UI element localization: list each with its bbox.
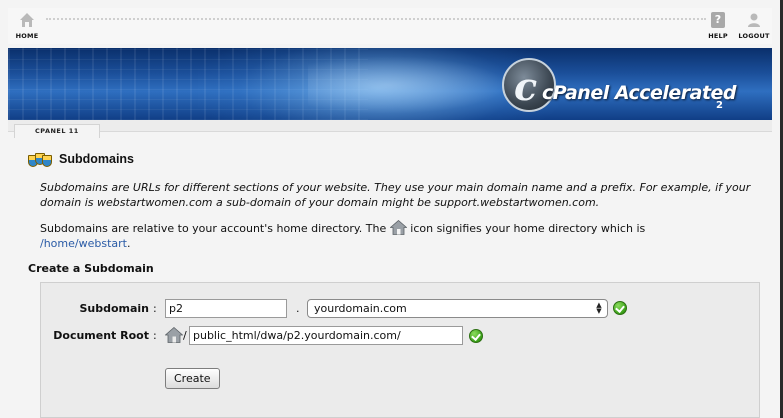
- header-banner: c cPanel Accelerated 2: [8, 48, 772, 120]
- create-subdomain-heading: Create a Subdomain: [28, 262, 154, 275]
- help-nav-button[interactable]: ? HELP: [701, 8, 735, 40]
- page-description: Subdomains are URLs for different sectio…: [40, 181, 751, 209]
- document-root-colon: :: [153, 329, 157, 342]
- home-directory-icon: [164, 326, 184, 343]
- home-nav-button[interactable]: HOME: [10, 8, 44, 40]
- nav-divider: [46, 18, 706, 23]
- subdomain-label: Subdomain: [79, 302, 149, 315]
- domain-select-value: yourdomain.com: [314, 302, 407, 315]
- home-directory-note: Subdomains are relative to your account'…: [40, 219, 760, 251]
- logout-nav-button[interactable]: LOGOUT: [736, 8, 772, 40]
- subdomains-icon: [28, 153, 54, 169]
- top-navigation: HOME ? HELP LOGOUT: [8, 8, 772, 44]
- banner-map-decoration: [308, 56, 508, 114]
- logout-icon: [746, 12, 762, 28]
- cpanel-window: HOME ? HELP LOGOUT c cPanel Accelerated …: [0, 0, 783, 418]
- select-arrows-icon: ▲ ▼: [596, 301, 602, 315]
- home-directory-path: /home/webstart: [40, 237, 127, 250]
- document-root-slash: /: [183, 329, 187, 342]
- document-root-label: Document Root: [53, 329, 149, 342]
- main-content: Subdomains Subdomains are URLs for diffe…: [8, 138, 772, 418]
- domain-select[interactable]: yourdomain.com ▲ ▼: [307, 299, 608, 318]
- document-root-valid-check-icon: [469, 329, 483, 343]
- cpanel-brand-text: cPanel Accelerated: [542, 82, 737, 104]
- help-nav-label: HELP: [708, 32, 728, 40]
- help-icon: ?: [711, 12, 725, 28]
- domain-separator-dot: .: [296, 302, 300, 315]
- home-note-text: Subdomains are relative to your account'…: [40, 222, 387, 235]
- cpanel-logo: c cPanel Accelerated 2: [502, 58, 737, 114]
- subdomain-colon: :: [153, 302, 157, 315]
- logout-nav-label: LOGOUT: [738, 32, 770, 40]
- home-note-period: .: [126, 237, 131, 250]
- home-note-text-after: icon signifies your home directory which…: [410, 222, 646, 235]
- subdomain-valid-check-icon: [613, 301, 627, 315]
- subdomain-input[interactable]: p2: [165, 299, 287, 318]
- breadcrumb-bar: [8, 120, 772, 132]
- page-title: Subdomains: [59, 152, 135, 166]
- home-icon: [19, 12, 35, 28]
- breadcrumb[interactable]: CPANEL 11: [14, 124, 100, 138]
- home-directory-icon: [389, 219, 408, 235]
- create-button[interactable]: Create: [165, 368, 220, 389]
- cpanel-brand-version: 2: [716, 100, 723, 111]
- breadcrumb-label: CPANEL 11: [35, 127, 79, 135]
- home-nav-label: HOME: [15, 32, 39, 40]
- document-root-input[interactable]: public_html/dwa/p2.yourdomain.com/: [189, 326, 463, 345]
- cpanel-logo-letter: c: [514, 64, 538, 109]
- create-subdomain-form: Subdomain : p2 . yourdomain.com ▲ ▼ Docum…: [40, 282, 760, 418]
